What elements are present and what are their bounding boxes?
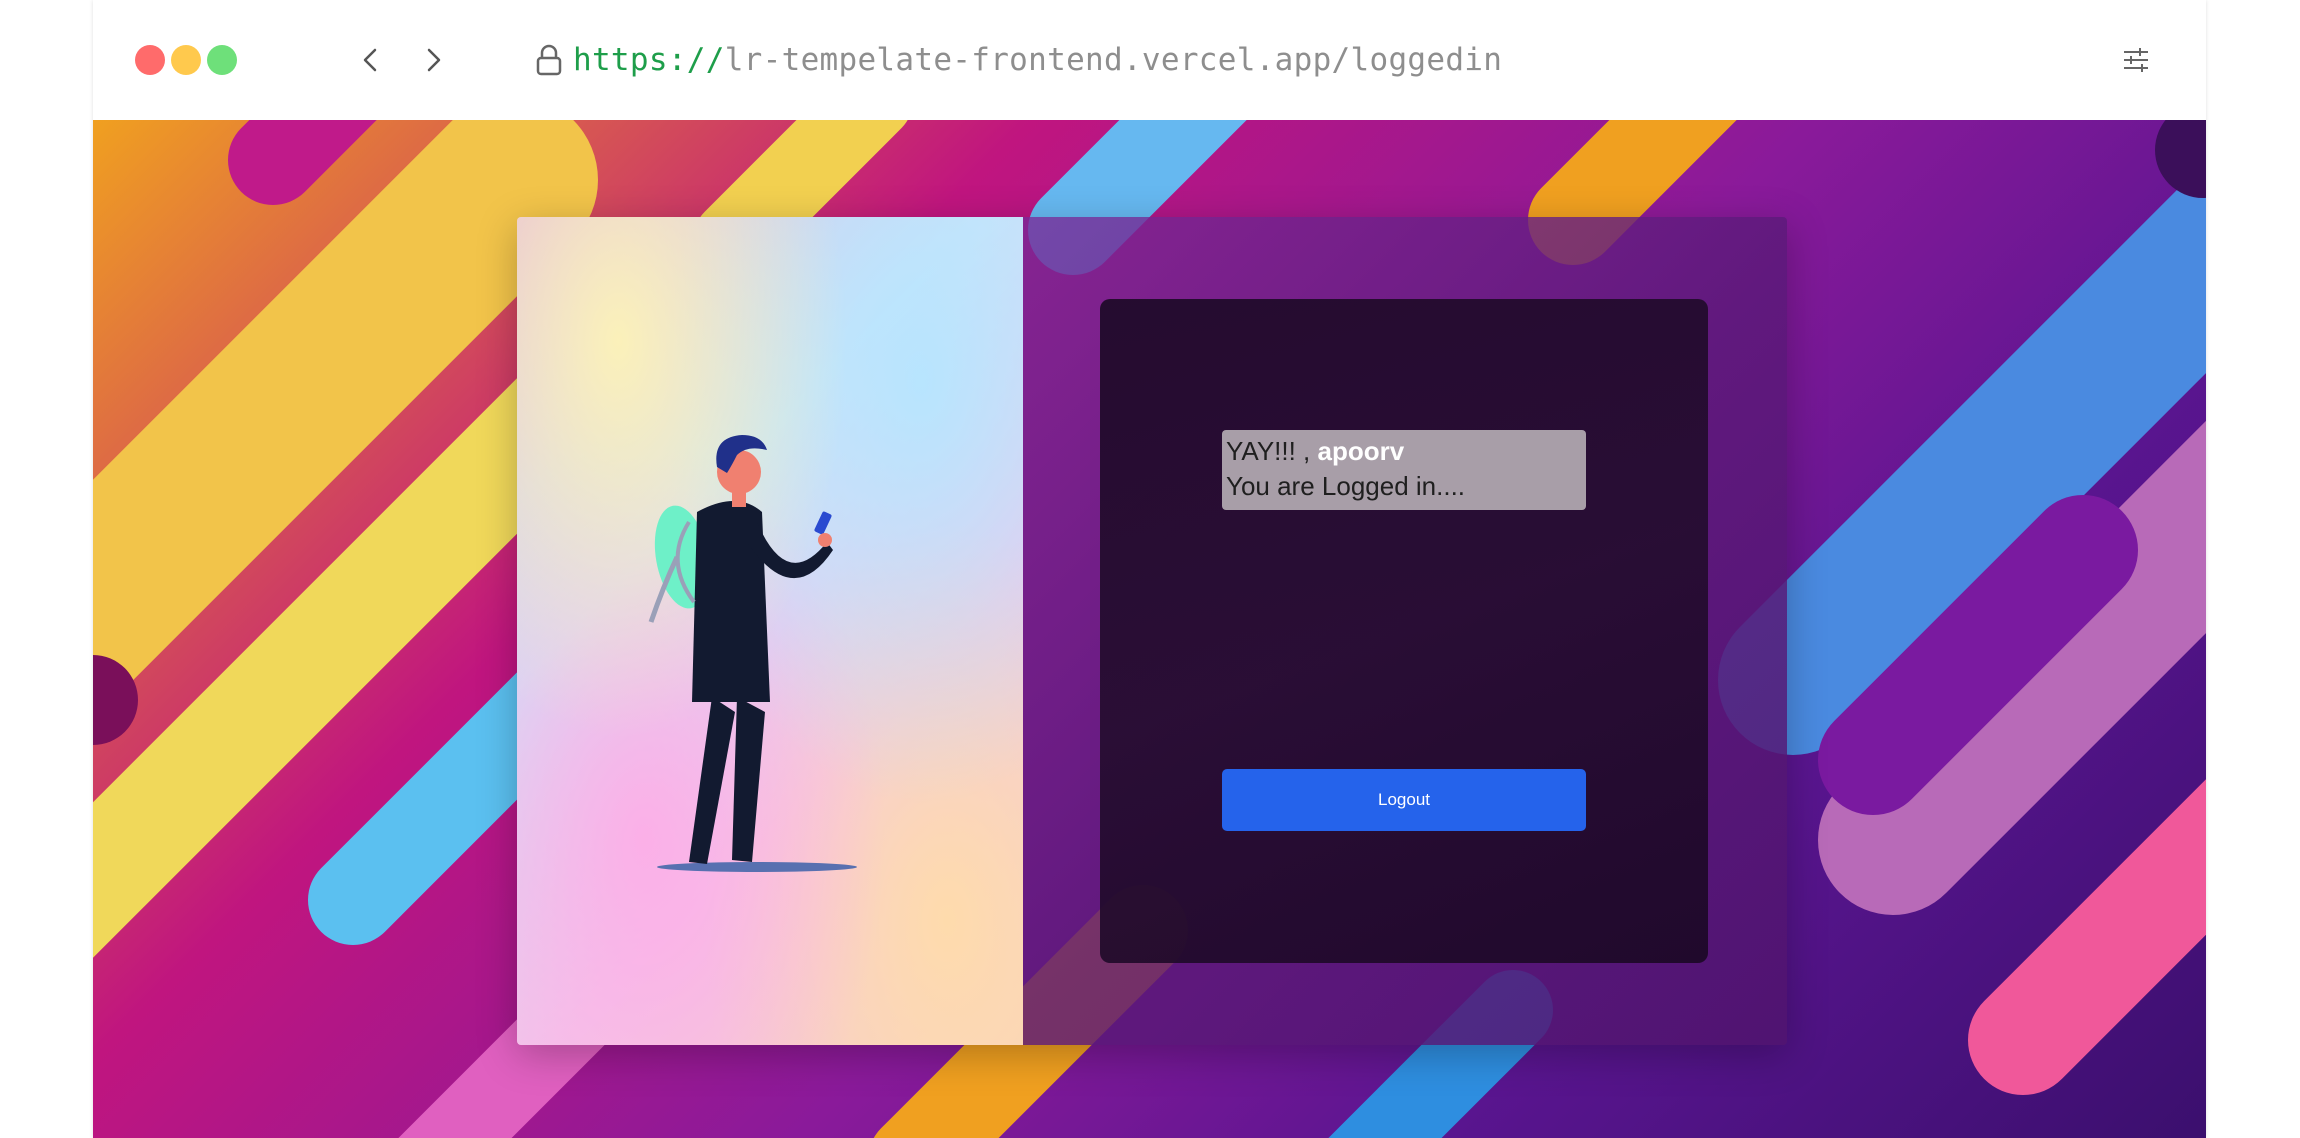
settings-sliders-icon[interactable]: [2118, 42, 2154, 78]
illustration-panel: [517, 217, 1023, 1045]
username: apoorv: [1317, 436, 1405, 466]
url-path: lr-tempelate-frontend.vercel.app/loggedi…: [724, 42, 1503, 78]
greeting-line: YAY!!! , apoorv: [1226, 434, 1582, 469]
url-scheme: https://: [573, 42, 725, 78]
lock-icon: [531, 42, 567, 78]
login-card: YAY!!! , apoorv You are Logged in.... Lo…: [517, 217, 1787, 1045]
logged-in-panel: YAY!!! , apoorv You are Logged in.... Lo…: [1100, 299, 1708, 963]
window-maximize-dot[interactable]: [207, 45, 237, 75]
browser-toolbar: https://lr-tempelate-frontend.vercel.app…: [93, 0, 2206, 121]
address-bar[interactable]: https://lr-tempelate-frontend.vercel.app…: [573, 38, 1502, 82]
content-panel: YAY!!! , apoorv You are Logged in.... Lo…: [1023, 217, 1787, 1045]
login-status-text: You are Logged in....: [1226, 471, 1466, 501]
person-illustration: [648, 435, 857, 872]
logout-button[interactable]: Logout: [1222, 769, 1586, 831]
welcome-message: YAY!!! , apoorv You are Logged in....: [1222, 430, 1586, 510]
browser-window: https://lr-tempelate-frontend.vercel.app…: [93, 0, 2206, 1138]
chevron-right-icon[interactable]: [413, 40, 453, 80]
page-viewport: YAY!!! , apoorv You are Logged in.... Lo…: [93, 120, 2206, 1138]
window-close-dot[interactable]: [135, 45, 165, 75]
greeting-prefix: YAY!!! ,: [1226, 436, 1318, 466]
chevron-left-icon[interactable]: [351, 40, 391, 80]
window-minimize-dot[interactable]: [171, 45, 201, 75]
